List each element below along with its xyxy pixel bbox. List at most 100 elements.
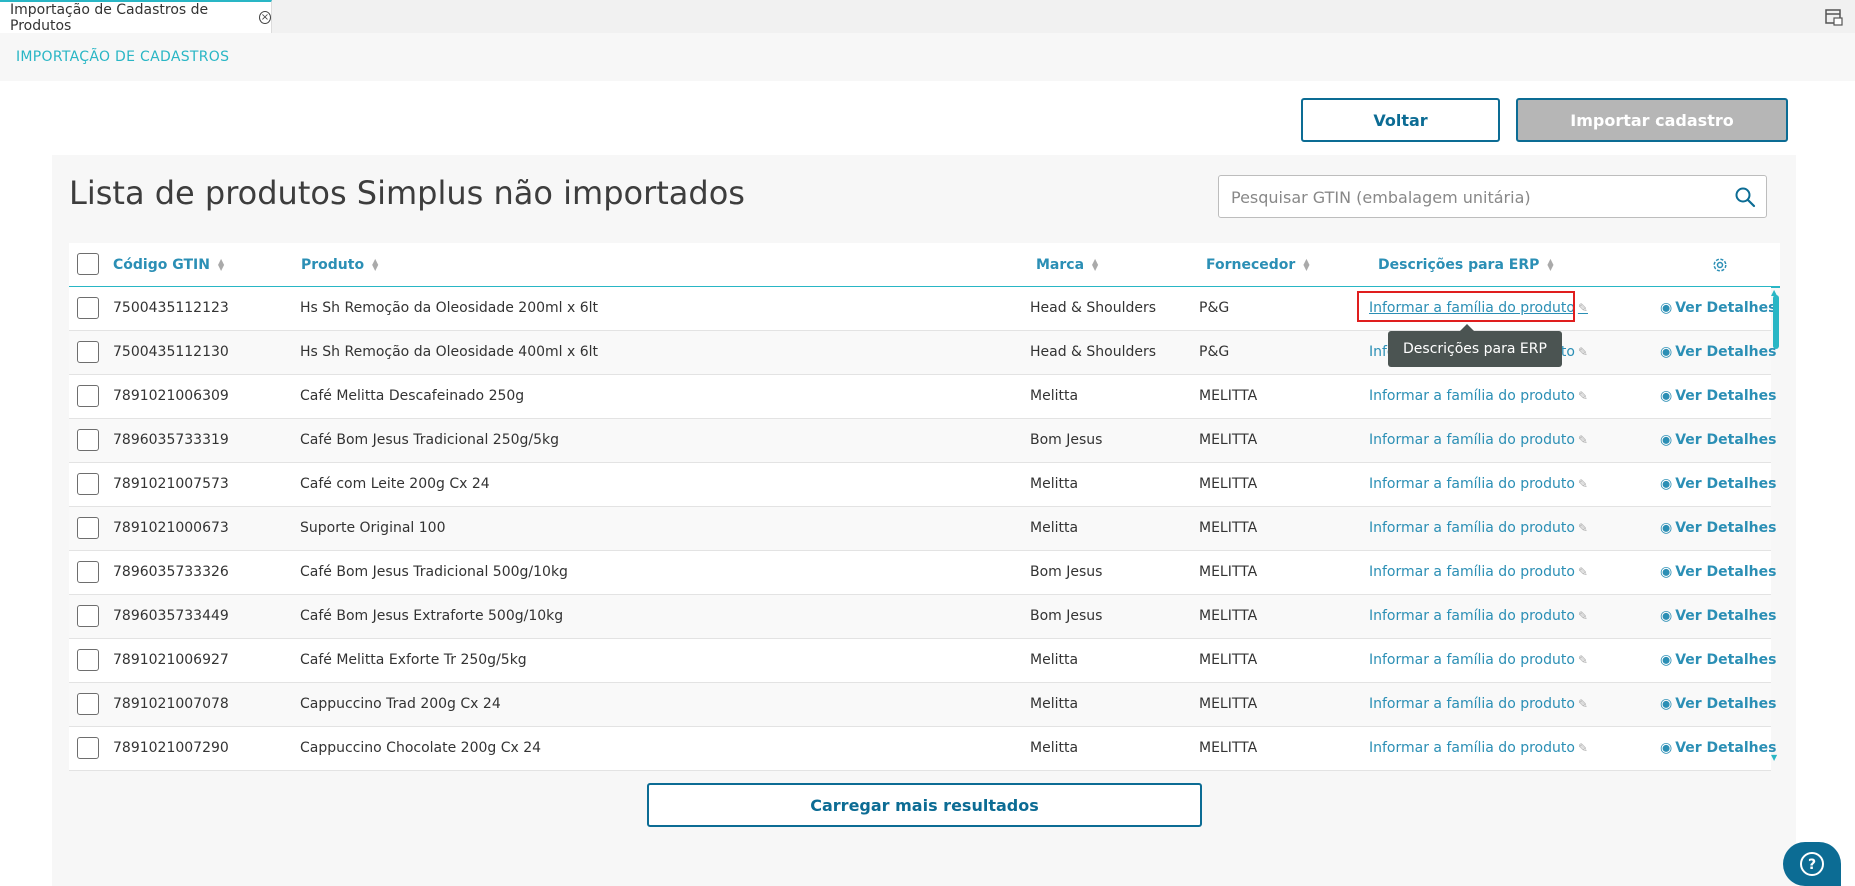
search-input[interactable] xyxy=(1229,184,1713,210)
erp-link-label: Informar a família do produto xyxy=(1369,652,1575,668)
scroll-down-icon[interactable]: ▼ xyxy=(1771,753,1777,762)
view-details-link[interactable]: ◉ Ver Detalhes xyxy=(1660,564,1776,580)
view-details-link[interactable]: ◉ Ver Detalhes xyxy=(1660,740,1776,756)
erp-family-link[interactable]: Informar a família do produto✎ xyxy=(1369,564,1588,580)
select-all-checkbox[interactable] xyxy=(77,253,99,275)
tab-importacao-cadastros[interactable]: Importação de Cadastros de Produtos × xyxy=(0,0,272,34)
view-details-link[interactable]: ◉ Ver Detalhes xyxy=(1660,300,1776,316)
erp-family-link[interactable]: Informar a família do produto✎ xyxy=(1369,388,1588,404)
help-icon: ? xyxy=(1800,852,1824,876)
erp-link-label: Informar a família do produto xyxy=(1369,520,1575,536)
row-checkbox[interactable] xyxy=(77,429,99,451)
view-details-link[interactable]: ◉ Ver Detalhes xyxy=(1660,696,1776,712)
page-header: IMPORTAÇÃO DE CADASTROS xyxy=(0,33,1855,81)
tab-bar: Importação de Cadastros de Produtos × xyxy=(0,0,1855,34)
view-details-link[interactable]: ◉ Ver Detalhes xyxy=(1660,520,1776,536)
row-checkbox[interactable] xyxy=(77,649,99,671)
cell-gtin: 7891021006309 xyxy=(113,388,229,404)
search-box xyxy=(1218,175,1767,218)
help-button[interactable]: ? xyxy=(1783,842,1841,886)
cell-fornecedor: MELITTA xyxy=(1199,564,1258,580)
cell-fornecedor: MELITTA xyxy=(1199,432,1258,448)
table-row[interactable]: 7896035733326 Café Bom Jesus Tradicional … xyxy=(69,551,1776,595)
erp-link-label: Informar a família do produto xyxy=(1369,564,1575,580)
cell-produto: Café Bom Jesus Extraforte 500g/10kg xyxy=(300,608,564,624)
view-details-label: Ver Detalhes xyxy=(1675,564,1777,580)
erp-family-link[interactable]: Informar a família do produto✎ xyxy=(1369,652,1588,668)
cell-gtin: 7891021006927 xyxy=(113,652,229,668)
column-header-fornecedor[interactable]: Fornecedor ▲ ▼ xyxy=(1206,257,1309,273)
table-row[interactable]: 7896035733449 Café Bom Jesus Extraforte 5… xyxy=(69,595,1776,639)
close-tab-icon[interactable]: × xyxy=(258,11,271,24)
column-header-gtin[interactable]: Código GTIN ▲ ▼ xyxy=(113,257,224,273)
cell-fornecedor: P&G xyxy=(1199,344,1230,360)
row-checkbox[interactable] xyxy=(77,473,99,495)
eye-icon: ◉ xyxy=(1660,300,1673,316)
row-checkbox[interactable] xyxy=(77,385,99,407)
table-scrollbar[interactable] xyxy=(1773,295,1779,349)
table-row[interactable]: 7891021007078 Cappuccino Trad 200g Cx 24 M… xyxy=(69,683,1776,727)
view-details-link[interactable]: ◉ Ver Detalhes xyxy=(1660,344,1776,360)
view-details-link[interactable]: ◉ Ver Detalhes xyxy=(1660,432,1776,448)
cell-marca: Melitta xyxy=(1030,740,1079,756)
table-row[interactable]: 7891021007290 Cappuccino Chocolate 200g C… xyxy=(69,727,1776,771)
erp-family-link[interactable]: Informar a família do produto✎ xyxy=(1369,740,1588,756)
search-icon[interactable] xyxy=(1734,186,1756,208)
load-more-button[interactable]: Carregar mais resultados xyxy=(647,783,1202,827)
view-details-label: Ver Detalhes xyxy=(1675,432,1777,448)
erp-family-link[interactable]: Informar a família do produto✎ xyxy=(1369,520,1588,536)
cell-marca: Melitta xyxy=(1030,696,1079,712)
erp-link-label: Informar a família do produto xyxy=(1369,432,1575,448)
window-menu-icon[interactable] xyxy=(1823,6,1845,28)
row-checkbox[interactable] xyxy=(77,297,99,319)
eye-icon: ◉ xyxy=(1660,388,1673,404)
cell-marca: Bom Jesus xyxy=(1030,608,1103,624)
table-row[interactable]: 7891021006927 Café Melitta Exforte Tr 250… xyxy=(69,639,1776,683)
eye-icon: ◉ xyxy=(1660,432,1673,448)
cell-fornecedor: MELITTA xyxy=(1199,608,1258,624)
erp-family-link[interactable]: Informar a família do produto✎ xyxy=(1369,432,1588,448)
table-row[interactable]: 7896035733319 Café Bom Jesus Tradicional … xyxy=(69,419,1776,463)
row-checkbox[interactable] xyxy=(77,605,99,627)
view-details-link[interactable]: ◉ Ver Detalhes xyxy=(1660,476,1776,492)
erp-family-link[interactable]: Informar a família do produto✎ xyxy=(1369,608,1588,624)
back-button[interactable]: Voltar xyxy=(1301,98,1500,142)
view-details-link[interactable]: ◉ Ver Detalhes xyxy=(1660,388,1776,404)
erp-link-label: Informar a família do produto xyxy=(1369,696,1575,712)
row-checkbox[interactable] xyxy=(77,517,99,539)
cell-produto: Café Melitta Descafeinado 250g xyxy=(300,388,525,404)
eye-icon: ◉ xyxy=(1660,344,1673,360)
cell-marca: Head & Shoulders xyxy=(1030,344,1157,360)
table-row[interactable]: 7891021006309 Café Melitta Descafeinado 2… xyxy=(69,375,1776,419)
cell-marca: Melitta xyxy=(1030,476,1079,492)
row-checkbox[interactable] xyxy=(77,737,99,759)
sort-icon: ▲ ▼ xyxy=(1547,257,1554,272)
import-button[interactable]: Importar cadastro xyxy=(1516,98,1788,142)
view-details-link[interactable]: ◉ Ver Detalhes xyxy=(1660,608,1776,624)
row-checkbox[interactable] xyxy=(77,341,99,363)
table-row[interactable]: 7891021007573 Café com Leite 200g Cx 24 Me… xyxy=(69,463,1776,507)
gear-icon[interactable] xyxy=(1712,257,1728,273)
eye-icon: ◉ xyxy=(1660,608,1673,624)
cell-marca: Melitta xyxy=(1030,520,1079,536)
view-details-label: Ver Detalhes xyxy=(1675,696,1777,712)
row-checkbox[interactable] xyxy=(77,693,99,715)
row-checkbox[interactable] xyxy=(77,561,99,583)
pencil-icon: ✎ xyxy=(1577,477,1588,491)
cell-gtin: 7891021007078 xyxy=(113,696,229,712)
column-header-produto[interactable]: Produto ▲ ▼ xyxy=(301,257,378,273)
table-row[interactable]: 7891021000673 Suporte Original 100 Melitta… xyxy=(69,507,1776,551)
view-details-label: Ver Detalhes xyxy=(1675,740,1777,756)
cell-gtin: 7896035733326 xyxy=(113,564,229,580)
svg-text:?: ? xyxy=(1808,857,1816,873)
cell-gtin: 7891021007290 xyxy=(113,740,229,756)
erp-family-link[interactable]: Informar a família do produto✎ xyxy=(1369,476,1588,492)
view-details-link[interactable]: ◉ Ver Detalhes xyxy=(1660,652,1776,668)
eye-icon: ◉ xyxy=(1660,564,1673,580)
column-header-marca[interactable]: Marca ▲ ▼ xyxy=(1036,257,1098,273)
view-details-label: Ver Detalhes xyxy=(1675,344,1777,360)
erp-family-link[interactable]: Informar a família do produto✎ xyxy=(1369,696,1588,712)
column-header-erp[interactable]: Descrições para ERP ▲ ▼ xyxy=(1378,257,1554,273)
tooltip: Descrições para ERP xyxy=(1388,324,1562,367)
pencil-icon: ✎ xyxy=(1577,345,1588,359)
